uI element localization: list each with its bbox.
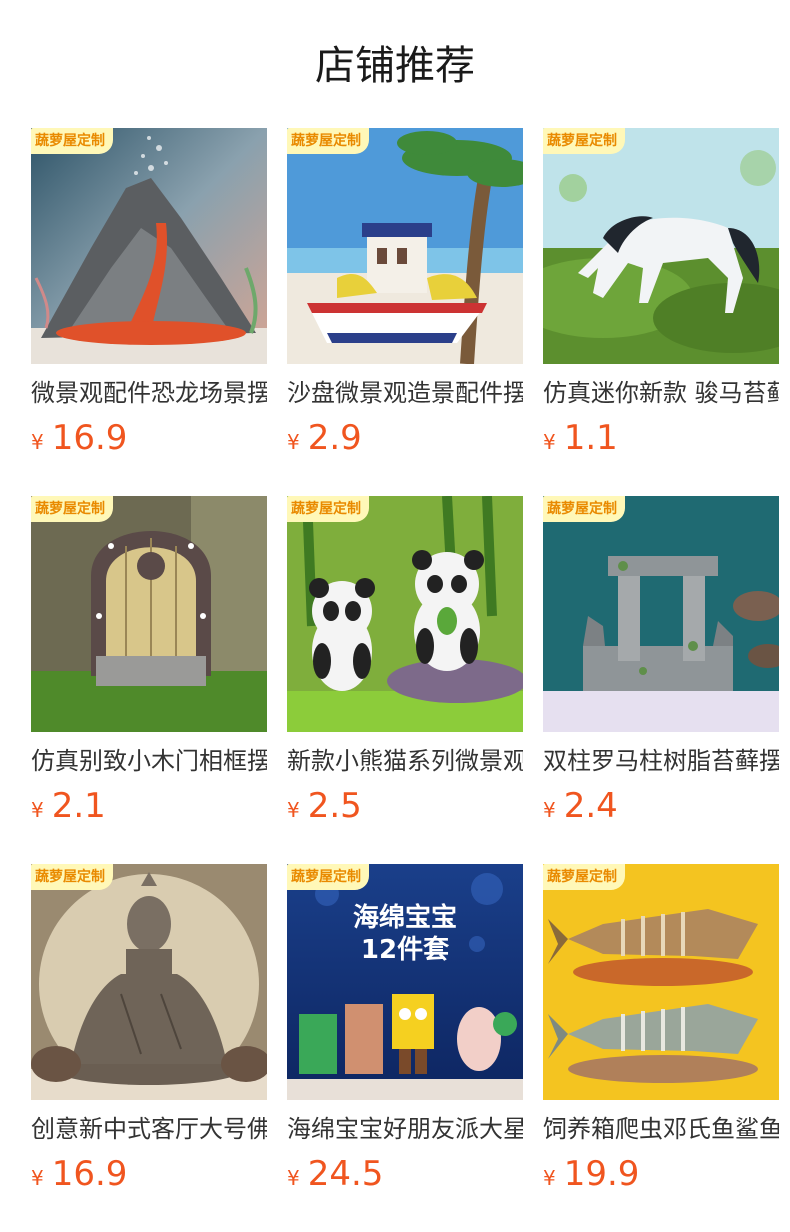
currency-symbol: ¥ [543,430,556,454]
product-price: 19.9 [563,1154,640,1194]
product-image-horse[interactable]: 蔬萝屋定制 [543,128,779,364]
shop-badge: 蔬萝屋定制 [543,128,625,154]
price-row: ¥19.9 [543,1152,639,1196]
shop-badge: 蔬萝屋定制 [543,496,625,522]
product-image-fish-skeleton[interactable]: 蔬萝屋定制 [543,864,779,1100]
product-name[interactable]: 仿真别致小木门相框摆件 [31,745,267,777]
shop-badge: 蔬萝屋定制 [31,496,113,522]
product-price: 2.9 [307,418,362,458]
product-image-volcano[interactable]: 蔬萝屋定制 [31,128,267,364]
currency-symbol: ¥ [543,798,556,822]
price-row: ¥16.9 [31,416,127,460]
price-row: ¥2.5 [287,784,362,828]
product-price: 2.5 [307,786,362,826]
product-image-roman-pillars[interactable]: 蔬萝屋定制 [543,496,779,732]
poster-title-line1: 海绵宝宝 [352,903,457,933]
product-image-buddha[interactable]: 蔬萝屋定制 [31,864,267,1100]
price-row: ¥1.1 [543,416,618,460]
currency-symbol: ¥ [287,798,300,822]
poster-title-line2: 12件套 [360,935,450,965]
shop-badge: 蔬萝屋定制 [287,496,369,522]
currency-symbol: ¥ [31,798,44,822]
product-name[interactable]: 微景观配件恐龙场景摆件 [31,377,267,409]
page-title: 店铺推荐 [315,43,475,89]
currency-symbol: ¥ [31,1166,44,1190]
currency-symbol: ¥ [287,430,300,454]
product-name[interactable]: 仿真迷你新款 骏马苔藓 [543,377,779,409]
product-image-pandas[interactable]: 蔬萝屋定制 [287,496,523,732]
price-row: ¥2.4 [543,784,618,828]
price-row: ¥2.9 [287,416,362,460]
currency-symbol: ¥ [287,1166,300,1190]
shop-badge: 蔬萝屋定制 [287,864,369,890]
product-name[interactable]: 饲养箱爬虫邓氏鱼鲨鱼 [543,1113,779,1145]
currency-symbol: ¥ [543,1166,556,1190]
product-price: 24.5 [307,1154,384,1194]
product-price: 2.1 [51,786,106,826]
shop-badge: 蔬萝屋定制 [31,864,113,890]
product-name[interactable]: 新款小熊猫系列微景观 [287,745,523,777]
product-image-boat[interactable]: 蔬萝屋定制 [287,128,523,364]
shop-badge: 蔬萝屋定制 [31,128,113,154]
product-name[interactable]: 创意新中式客厅大号佛像 [31,1113,267,1145]
product-price: 1.1 [563,418,618,458]
product-price: 2.4 [563,786,618,826]
product-price: 16.9 [51,1154,128,1194]
product-name[interactable]: 双柱罗马柱树脂苔藓摆件 [543,745,779,777]
currency-symbol: ¥ [31,430,44,454]
product-image-spongebob[interactable]: 海绵宝宝 12件套 蔬萝屋定制 [287,864,523,1100]
product-price: 16.9 [51,418,128,458]
shop-badge: 蔬萝屋定制 [287,128,369,154]
shop-badge: 蔬萝屋定制 [543,864,625,890]
price-row: ¥16.9 [31,1152,127,1196]
poster-title: 海绵宝宝 12件套 [287,902,523,966]
price-row: ¥24.5 [287,1152,383,1196]
product-image-wooden-door[interactable]: 蔬萝屋定制 [31,496,267,732]
price-row: ¥2.1 [31,784,106,828]
product-name[interactable]: 沙盘微景观造景配件摆件 [287,377,523,409]
product-name[interactable]: 海绵宝宝好朋友派大星 [287,1113,523,1145]
